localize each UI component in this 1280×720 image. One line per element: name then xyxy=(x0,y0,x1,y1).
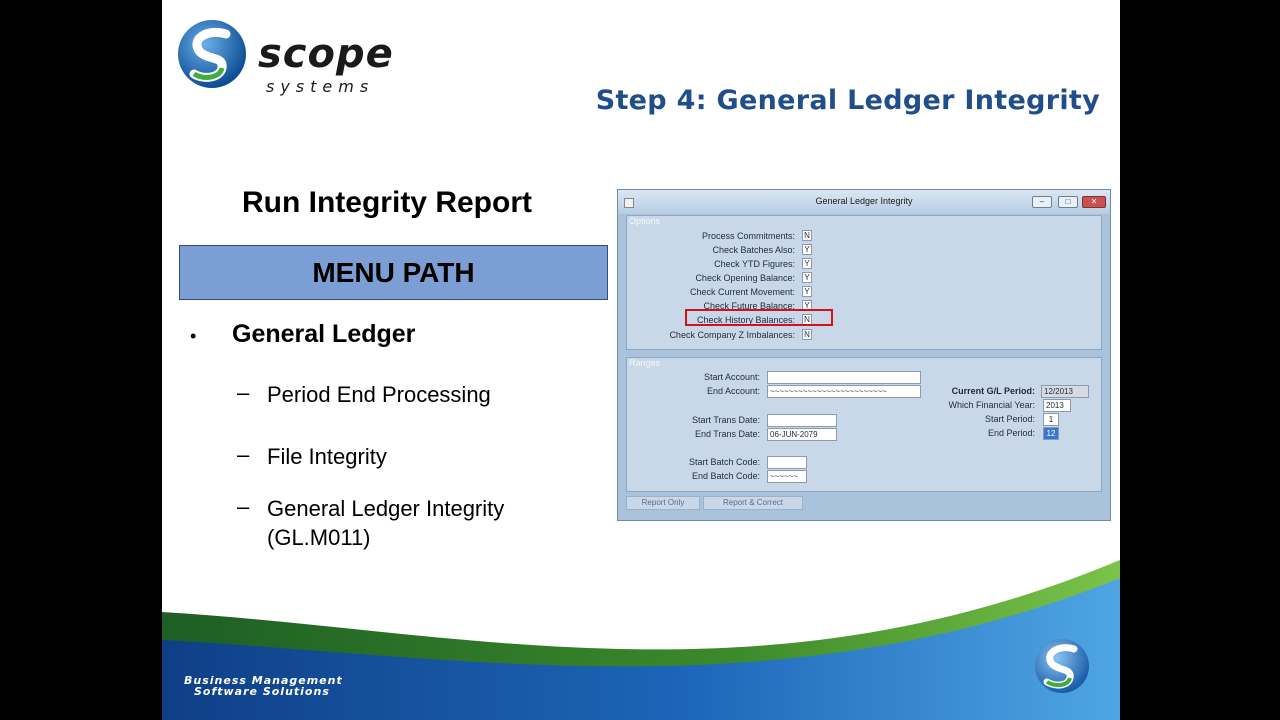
start-trans-date-field[interactable] xyxy=(767,414,837,427)
window-buttons: Report Only Report & Correct xyxy=(626,496,804,510)
financial-year-label: Which Financial Year: xyxy=(948,400,1035,410)
end-batch-code-label: End Batch Code: xyxy=(691,471,760,481)
financial-year-field[interactable]: 2013 xyxy=(1043,399,1071,412)
option-process-commitments[interactable]: N xyxy=(802,230,812,241)
gl-integrity-window: General Ledger Integrity – □ ✕ Options P… xyxy=(617,189,1111,521)
subitem-label: File Integrity xyxy=(267,444,387,469)
dash-marker: – xyxy=(237,442,250,467)
option-label: Check Company Z Imbalances: xyxy=(669,330,795,340)
dash-marker: – xyxy=(237,494,250,519)
subitem-label: General Ledger Integrity xyxy=(267,496,505,521)
step-title: Step 4: General Ledger Integrity xyxy=(595,85,1100,116)
subitem-code: (GL.M011) xyxy=(267,525,371,550)
option-label: Check Opening Balance: xyxy=(695,273,795,283)
start-period-field[interactable]: 1 xyxy=(1043,413,1059,426)
menu-item-general-ledger: General Ledger xyxy=(232,320,416,348)
report-correct-button[interactable]: Report & Correct xyxy=(703,496,803,510)
start-account-label: Start Account: xyxy=(703,372,760,382)
option-check-ytd[interactable]: Y xyxy=(802,258,812,269)
start-period-label: Start Period: xyxy=(984,414,1035,424)
start-account-field[interactable] xyxy=(767,371,921,384)
report-only-button[interactable]: Report Only xyxy=(626,496,700,510)
end-trans-date-label: End Trans Date: xyxy=(694,429,760,439)
logo-subtext: systems xyxy=(266,77,375,96)
end-period-field[interactable]: 12 xyxy=(1043,427,1059,440)
logo-wordmark: scope xyxy=(258,31,394,77)
end-account-field[interactable]: ~~~~~~~~~~~~~~~~~~~~~~~~~ xyxy=(767,385,921,398)
slide: scope systems Step 4: General Ledger Int… xyxy=(162,0,1120,720)
option-label: Process Commitments: xyxy=(701,231,795,241)
options-panel-title: Options xyxy=(629,216,661,226)
ranges-panel: Ranges Start Account: End Account: ~~~~~… xyxy=(626,357,1102,492)
option-label: Check YTD Figures: xyxy=(714,259,795,269)
ranges-panel-title: Ranges xyxy=(629,358,661,368)
bullet-dot: • xyxy=(190,326,197,346)
close-icon[interactable]: ✕ xyxy=(1082,196,1106,208)
scope-systems-logo: scope systems xyxy=(176,18,416,96)
end-account-label: End Account: xyxy=(706,386,760,396)
start-trans-date-label: Start Trans Date: xyxy=(691,415,760,425)
subitem-label: Period End Processing xyxy=(267,382,491,407)
start-batch-code-field[interactable] xyxy=(767,456,807,469)
highlight-box xyxy=(685,309,833,326)
tagline-line-2: Software Solutions xyxy=(194,685,330,698)
current-gl-period-label: Current G/L Period: xyxy=(951,386,1035,396)
dash-marker: – xyxy=(237,380,250,405)
option-check-company-z[interactable]: N xyxy=(802,329,812,340)
current-gl-period-value: 12/2013 xyxy=(1041,385,1089,398)
option-check-batches[interactable]: Y xyxy=(802,244,812,255)
end-batch-code-field[interactable]: ~~~~~~ xyxy=(767,470,807,483)
footer-tagline: Business Management Software Solutions xyxy=(184,675,343,697)
end-trans-date-field[interactable]: 06-JUN-2079 xyxy=(767,428,837,441)
footer-logo-icon xyxy=(1035,639,1089,693)
menu-path-header: MENU PATH xyxy=(179,245,608,300)
option-check-current[interactable]: Y xyxy=(802,286,812,297)
start-batch-code-label: Start Batch Code: xyxy=(688,457,760,467)
window-titlebar: General Ledger Integrity – □ ✕ xyxy=(618,190,1110,214)
option-check-opening[interactable]: Y xyxy=(802,272,812,283)
scope-logo-icon xyxy=(178,20,246,88)
option-label: Check Current Movement: xyxy=(689,287,795,297)
end-period-label: End Period: xyxy=(987,428,1035,438)
section-title: Run Integrity Report xyxy=(242,186,532,219)
options-panel: Options Process Commitments: N Check Bat… xyxy=(626,215,1102,350)
option-label: Check Batches Also: xyxy=(712,245,795,255)
minimize-icon[interactable]: – xyxy=(1032,196,1052,208)
maximize-icon[interactable]: □ xyxy=(1058,196,1078,208)
